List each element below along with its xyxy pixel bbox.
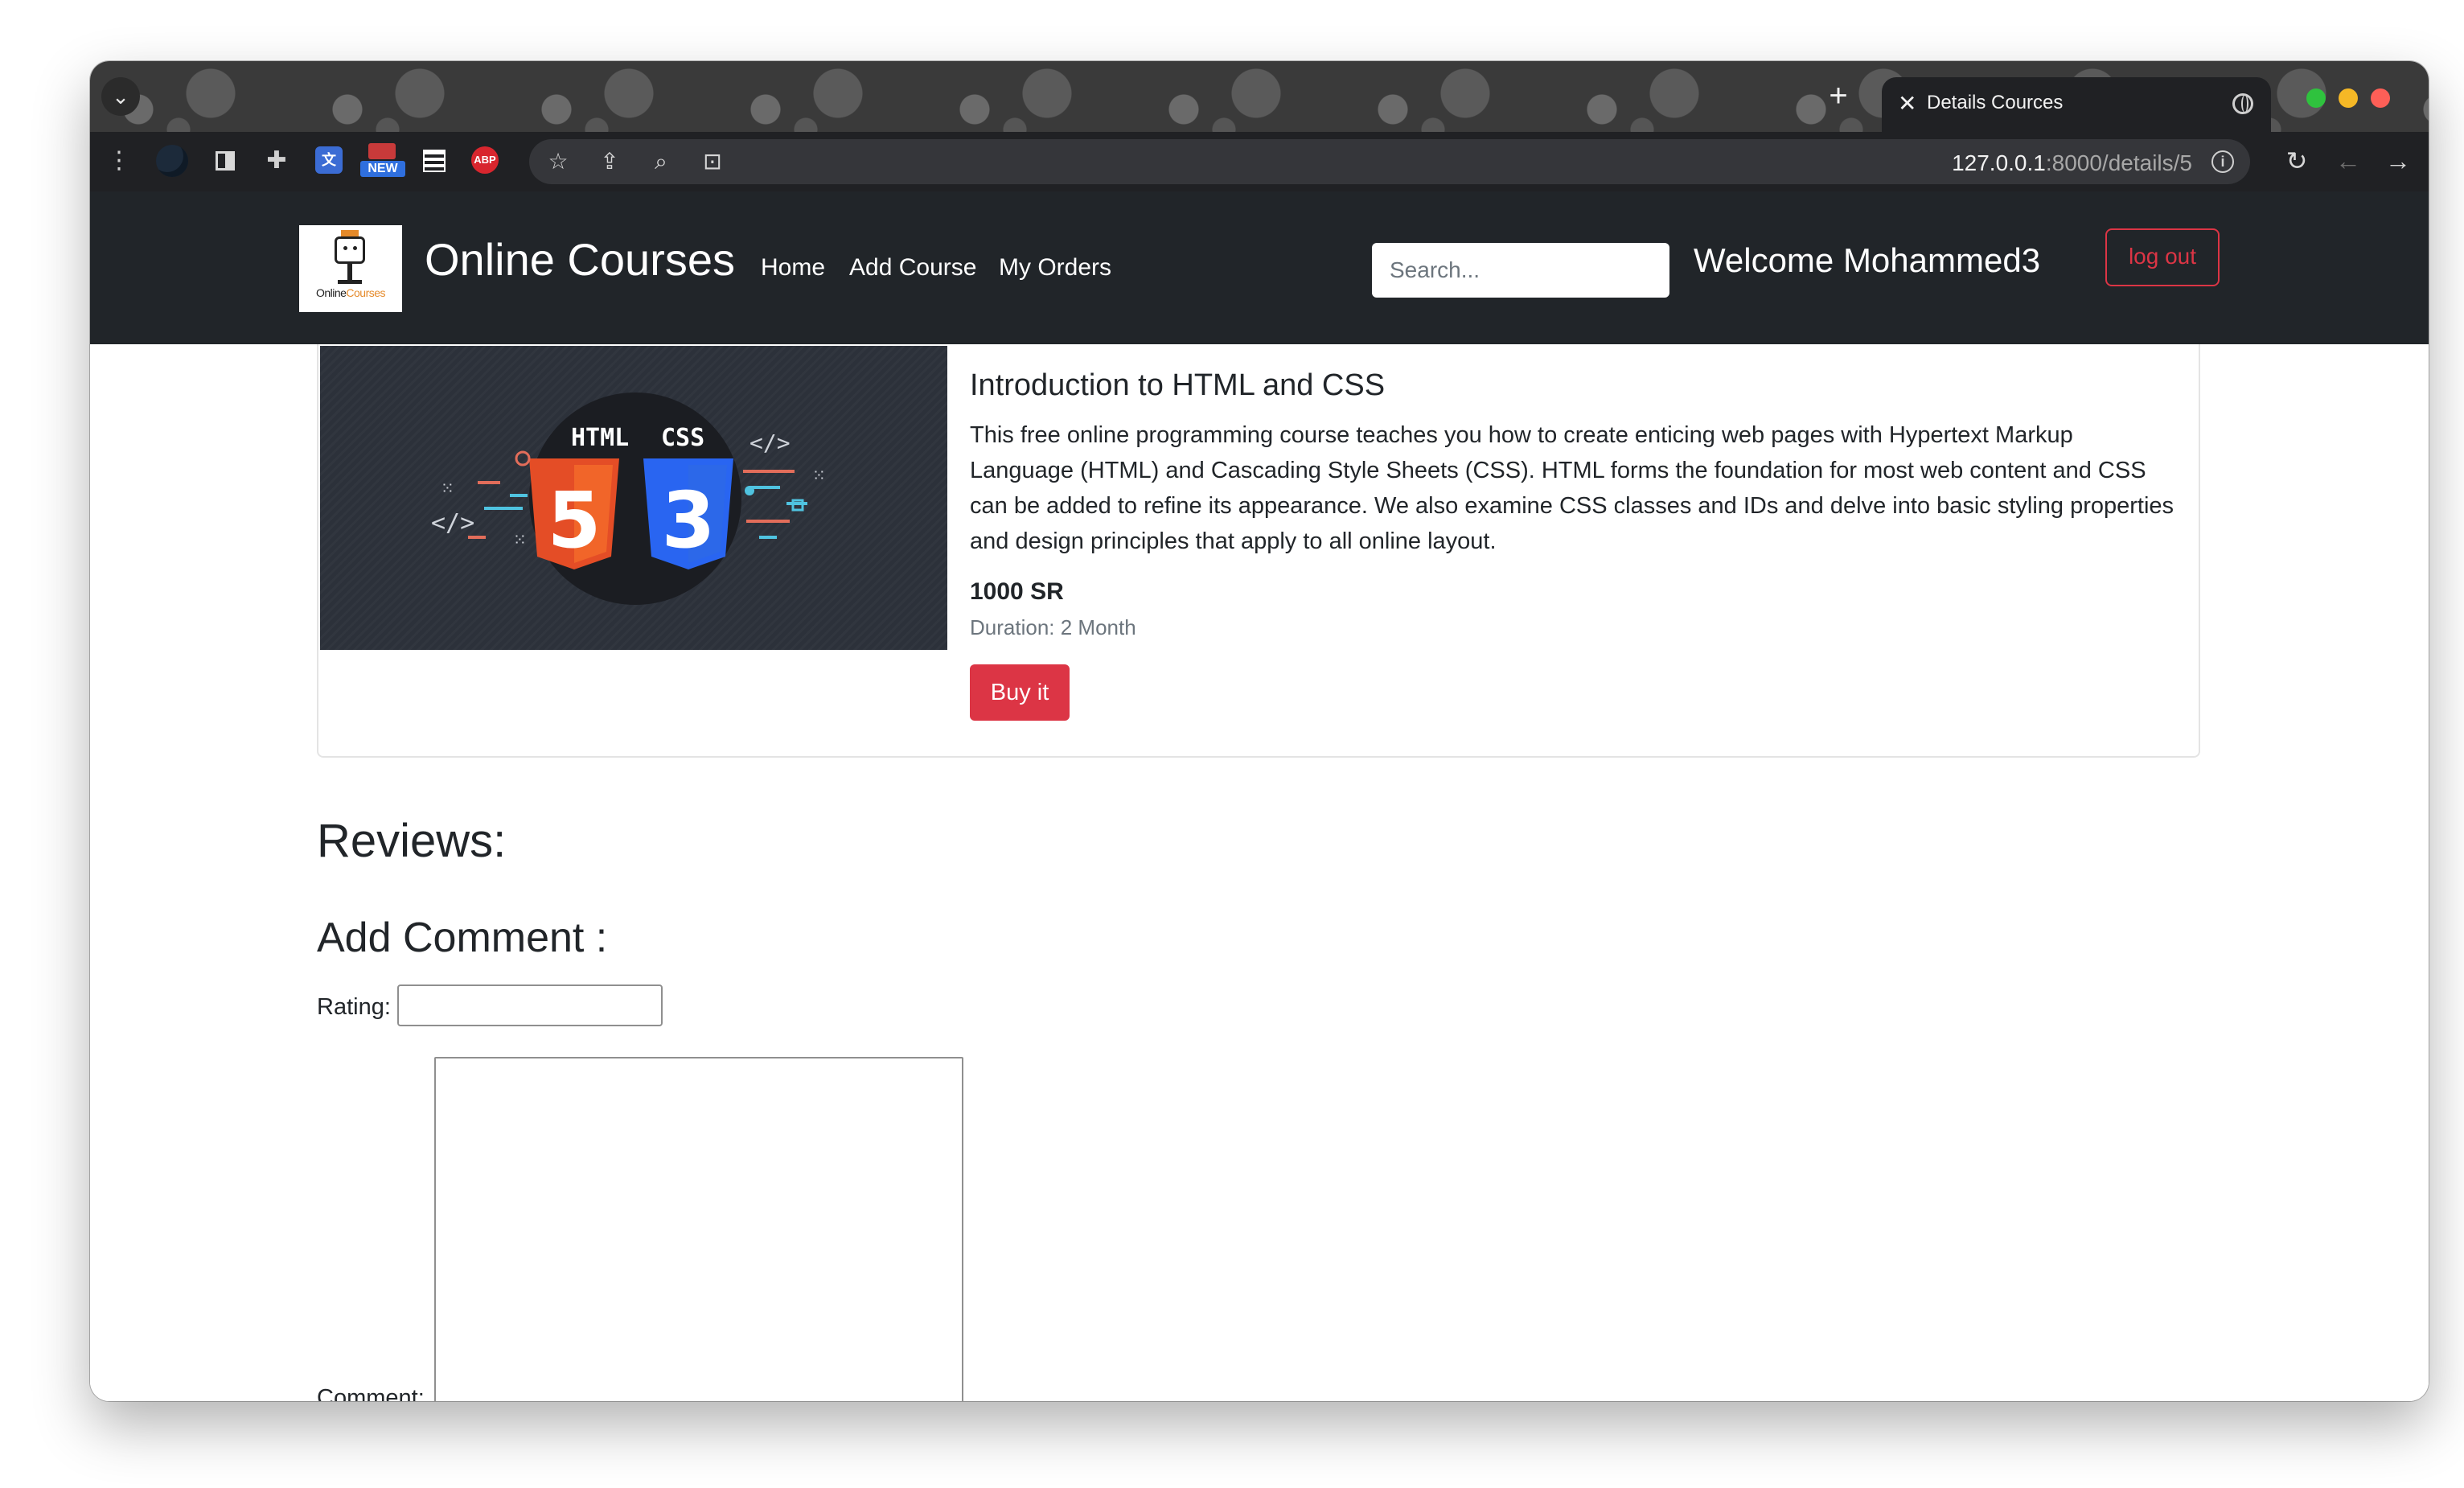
- course-body: Introduction to HTML and CSS This free o…: [970, 368, 2176, 721]
- code-glyph-left: </>: [431, 509, 474, 537]
- search-input[interactable]: [1372, 243, 1669, 298]
- share-icon[interactable]: ⇪: [592, 144, 627, 179]
- svg-text:⁙: ⁙: [812, 466, 826, 485]
- comment-textarea[interactable]: [434, 1057, 963, 1401]
- code-glyph-right: </>: [749, 430, 791, 456]
- welcome-text: Welcome Mohammed3: [1694, 241, 2041, 279]
- list-extension-icon[interactable]: [417, 143, 452, 179]
- window-minimize-button[interactable]: [2339, 88, 2358, 108]
- browser-toolbar: ⋮ ✚ 文 NEW ABP ☆ ⇪ ⌕ ⊡ 127.0.0.1:8000/det…: [90, 132, 2429, 191]
- logo-monitor-shape: [335, 236, 365, 264]
- window-close-button[interactable]: [2371, 88, 2390, 108]
- logo-stand: [347, 264, 352, 282]
- menu-kebab-icon[interactable]: ⋮: [101, 143, 137, 179]
- tab-close-icon[interactable]: ✕: [1898, 87, 1916, 121]
- reviews-heading: Reviews:: [317, 815, 507, 867]
- tab-search-button[interactable]: ⌄: [101, 77, 140, 116]
- course-card: HTML 5 CSS 3 </> </> ⁙ ⁙ ⁙ Introduction …: [317, 344, 2200, 758]
- new-tab-button[interactable]: +: [1817, 76, 1859, 117]
- comment-label: Comment:: [317, 1385, 425, 1401]
- page-content: HTML 5 CSS 3 </> </> ⁙ ⁙ ⁙ Introduction …: [90, 344, 2429, 1401]
- forward-arrow-icon[interactable]: →: [2380, 143, 2416, 179]
- bookmark-star-icon[interactable]: ☆: [540, 144, 576, 179]
- site-navbar: OnlineCourses Online Courses Home Add Co…: [90, 191, 2429, 344]
- nav-link-my-orders[interactable]: My Orders: [999, 254, 1111, 282]
- svg-text:⁙: ⁙: [441, 479, 454, 498]
- course-duration: Duration: 2 Month: [970, 615, 1136, 639]
- logo-text: OnlineCourses: [315, 286, 386, 299]
- window-maximize-button[interactable]: [2306, 88, 2326, 108]
- search-lens-icon[interactable]: ⌕: [643, 144, 679, 179]
- url-text[interactable]: 127.0.0.1:8000/details/5: [1952, 150, 2192, 176]
- qr-code-icon[interactable]: ⊡: [695, 144, 730, 179]
- tab-title: Details Cources: [1927, 92, 2064, 113]
- adblock-plus-icon[interactable]: ABP: [471, 146, 499, 174]
- add-comment-heading: Add Comment :: [317, 915, 608, 961]
- globe-icon: [2232, 93, 2253, 114]
- logout-button[interactable]: log out: [2105, 228, 2220, 286]
- logo-stand-base: [338, 280, 362, 284]
- gift-icon: [368, 143, 396, 159]
- logo-eye-right: [353, 246, 357, 250]
- buy-button[interactable]: Buy it: [970, 664, 1070, 721]
- site-brand[interactable]: Online Courses: [425, 233, 735, 286]
- html-label: HTML: [571, 424, 629, 452]
- translate-extension-icon[interactable]: 文: [315, 146, 343, 174]
- css-label: CSS: [661, 424, 704, 452]
- course-image: HTML 5 CSS 3 </> </> ⁙ ⁙ ⁙: [320, 346, 947, 650]
- nav-link-add-course[interactable]: Add Course: [849, 254, 976, 282]
- svg-text:⁙: ⁙: [513, 530, 527, 549]
- back-arrow-icon[interactable]: ←: [2331, 143, 2366, 179]
- new-badge: NEW: [360, 161, 405, 177]
- tab-active[interactable]: ✕ Details Cources: [1882, 77, 2271, 132]
- rating-input[interactable]: [397, 984, 663, 1026]
- course-description: This free online programming course teac…: [970, 422, 2174, 554]
- browser-window: ⌄ + ✕ Details Cources ⋮ ✚ 文 NEW ABP ☆ ⇪ …: [90, 61, 2429, 1401]
- reload-icon[interactable]: ↻: [2279, 143, 2314, 179]
- extensions-puzzle-icon[interactable]: ✚: [259, 143, 294, 179]
- site-logo[interactable]: OnlineCourses: [299, 225, 402, 312]
- course-title: Introduction to HTML and CSS: [970, 368, 1386, 402]
- extension-cookie-icon[interactable]: [156, 145, 188, 177]
- address-bar[interactable]: ☆ ⇪ ⌕ ⊡ 127.0.0.1:8000/details/5 i: [529, 139, 2250, 184]
- side-panel-icon[interactable]: [207, 143, 243, 179]
- new-extension-icon[interactable]: NEW: [360, 142, 405, 179]
- css3-number: 3: [662, 475, 716, 565]
- tab-strip: ⌄ + ✕ Details Cources: [90, 61, 2429, 132]
- rating-label: Rating:: [317, 994, 391, 1020]
- html5-number: 5: [548, 475, 602, 565]
- site-info-icon[interactable]: i: [2211, 150, 2234, 173]
- nav-link-home[interactable]: Home: [761, 254, 825, 282]
- logo-eye-left: [343, 246, 347, 250]
- html-css-illustration: HTML 5 CSS 3 </> </> ⁙ ⁙ ⁙: [431, 393, 826, 605]
- course-price: 1000 SR: [970, 578, 1064, 605]
